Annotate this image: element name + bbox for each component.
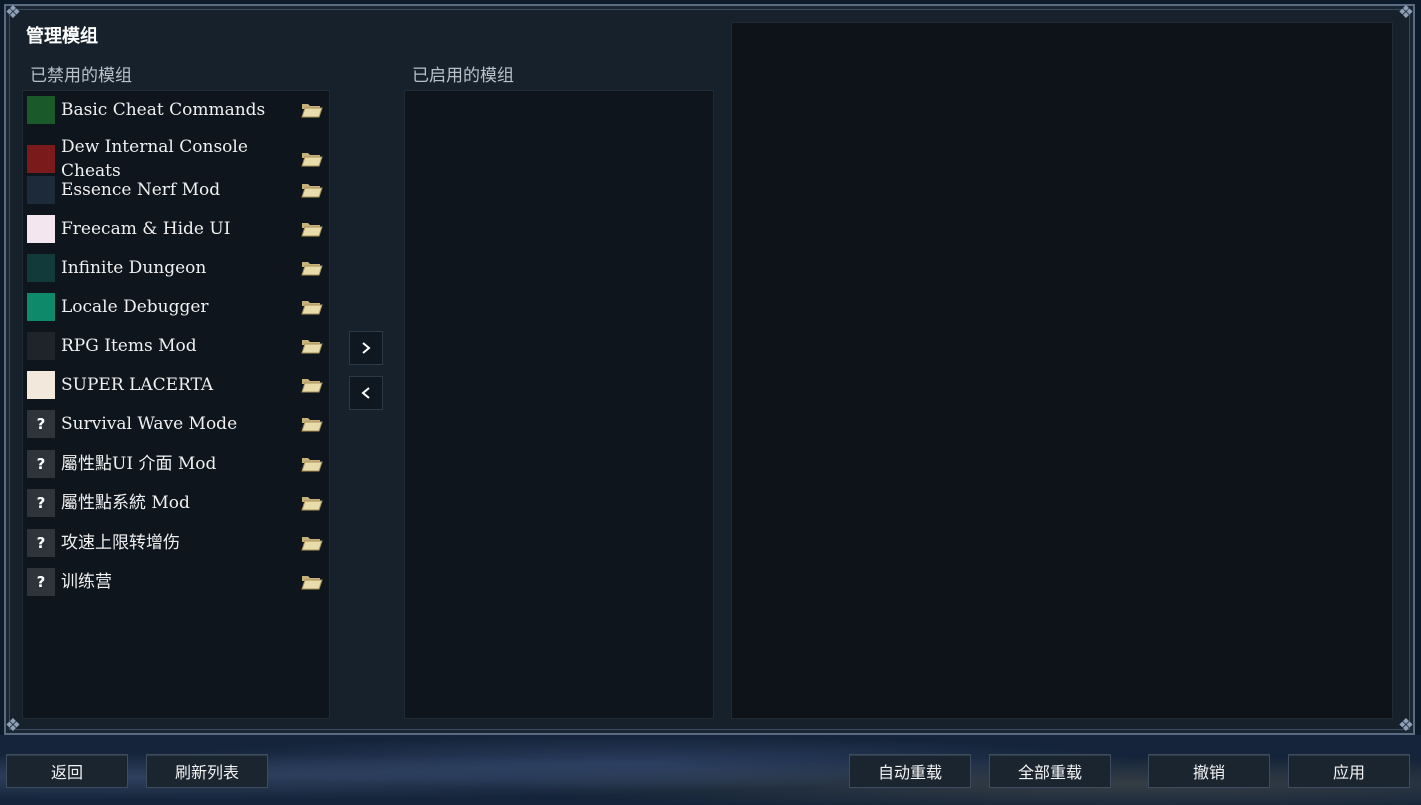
disable-mod-button[interactable] — [349, 376, 383, 410]
open-folder-icon[interactable] — [301, 455, 323, 473]
mod-details-panel — [731, 22, 1393, 719]
mod-name: 攻速上限转增伤 — [61, 533, 180, 553]
mod-name: Survival Wave Mode — [61, 414, 238, 434]
question-icon: ? — [27, 529, 55, 557]
mod-list-item[interactable]: ? 训练营 — [27, 567, 327, 597]
open-folder-icon[interactable] — [301, 573, 323, 591]
corner-ornament-icon: ❖ — [4, 2, 22, 23]
mod-name: Infinite Dungeon — [61, 258, 207, 278]
mod-name: Basic Cheat Commands — [61, 100, 266, 120]
bug-icon — [27, 293, 55, 321]
question-icon: ? — [27, 410, 55, 438]
mod-list-item[interactable]: ? 攻速上限转增伤 — [27, 528, 327, 558]
mod-list-item[interactable]: ? 屬性點系統 Mod — [27, 488, 327, 518]
refresh-list-button[interactable]: 刷新列表 — [146, 754, 268, 788]
back-button[interactable]: 返回 — [6, 754, 128, 788]
mod-list-item[interactable]: RPG Items Mod — [27, 331, 327, 361]
reload-all-button[interactable]: 全部重载 — [989, 754, 1111, 788]
open-folder-icon[interactable] — [301, 181, 323, 199]
mod-name: 屬性點系統 Mod — [61, 493, 190, 513]
mod-list-item[interactable]: Locale Debugger — [27, 292, 327, 322]
open-folder-icon[interactable] — [301, 337, 323, 355]
disabled-mods-list[interactable]: Basic Cheat Commands Dew Internal Console… — [22, 90, 330, 719]
mod-name: 屬性點UI 介面 Mod — [61, 454, 217, 474]
question-icon: ? — [27, 568, 55, 596]
chevron-right-icon — [362, 342, 371, 354]
corner-ornament-icon: ❖ — [1397, 715, 1415, 736]
apply-button[interactable]: 应用 — [1288, 754, 1410, 788]
open-folder-icon[interactable] — [301, 259, 323, 277]
mod-name: Freecam & Hide UI — [61, 219, 231, 239]
enabled-mods-header: 已启用的模组 — [412, 66, 514, 86]
mod-list-item[interactable]: Freecam & Hide UI — [27, 214, 327, 244]
red-figure-icon — [27, 145, 55, 173]
open-folder-icon[interactable] — [301, 150, 323, 168]
diamond-icon — [27, 176, 55, 204]
mod-list-item[interactable]: ? Survival Wave Mode — [27, 409, 327, 439]
auto-reload-button[interactable]: 自动重载 — [849, 754, 971, 788]
mod-name: SUPER LACERTA — [61, 375, 214, 395]
open-folder-icon[interactable] — [301, 298, 323, 316]
open-folder-icon[interactable] — [301, 376, 323, 394]
disabled-mods-header: 已禁用的模组 — [30, 66, 132, 86]
question-icon: ? — [27, 450, 55, 478]
enabled-mods-list[interactable] — [404, 90, 714, 719]
open-folder-icon[interactable] — [301, 101, 323, 119]
corner-ornament-icon: ❖ — [4, 715, 22, 736]
mod-name: 训练营 — [61, 572, 112, 592]
open-folder-icon[interactable] — [301, 534, 323, 552]
open-folder-icon[interactable] — [301, 494, 323, 512]
undo-button[interactable]: 撤销 — [1148, 754, 1270, 788]
mod-name: Essence Nerf Mod — [61, 180, 221, 200]
open-folder-icon[interactable] — [301, 415, 323, 433]
mod-list-item[interactable]: SUPER LACERTA — [27, 370, 327, 400]
mod-list-item[interactable]: Infinite Dungeon — [27, 253, 327, 283]
mod-list-item[interactable]: Basic Cheat Commands — [27, 95, 327, 125]
mod-list-item[interactable]: ? 屬性點UI 介面 Mod — [27, 449, 327, 479]
mod-name: Locale Debugger — [61, 297, 209, 317]
pink-sketch-icon — [27, 215, 55, 243]
mod-name: RPG Items Mod — [61, 336, 197, 356]
window-title: 管理模组 — [26, 26, 98, 47]
mod-list-item[interactable]: Essence Nerf Mod — [27, 175, 327, 205]
chevron-left-icon — [361, 387, 370, 399]
lacerta-icon — [27, 371, 55, 399]
open-folder-icon[interactable] — [301, 220, 323, 238]
rpg-icon — [27, 332, 55, 360]
green-tree-icon — [27, 96, 55, 124]
dungeon-icon — [27, 254, 55, 282]
corner-ornament-icon: ❖ — [1397, 2, 1415, 23]
question-icon: ? — [27, 489, 55, 517]
enable-mod-button[interactable] — [349, 331, 383, 365]
